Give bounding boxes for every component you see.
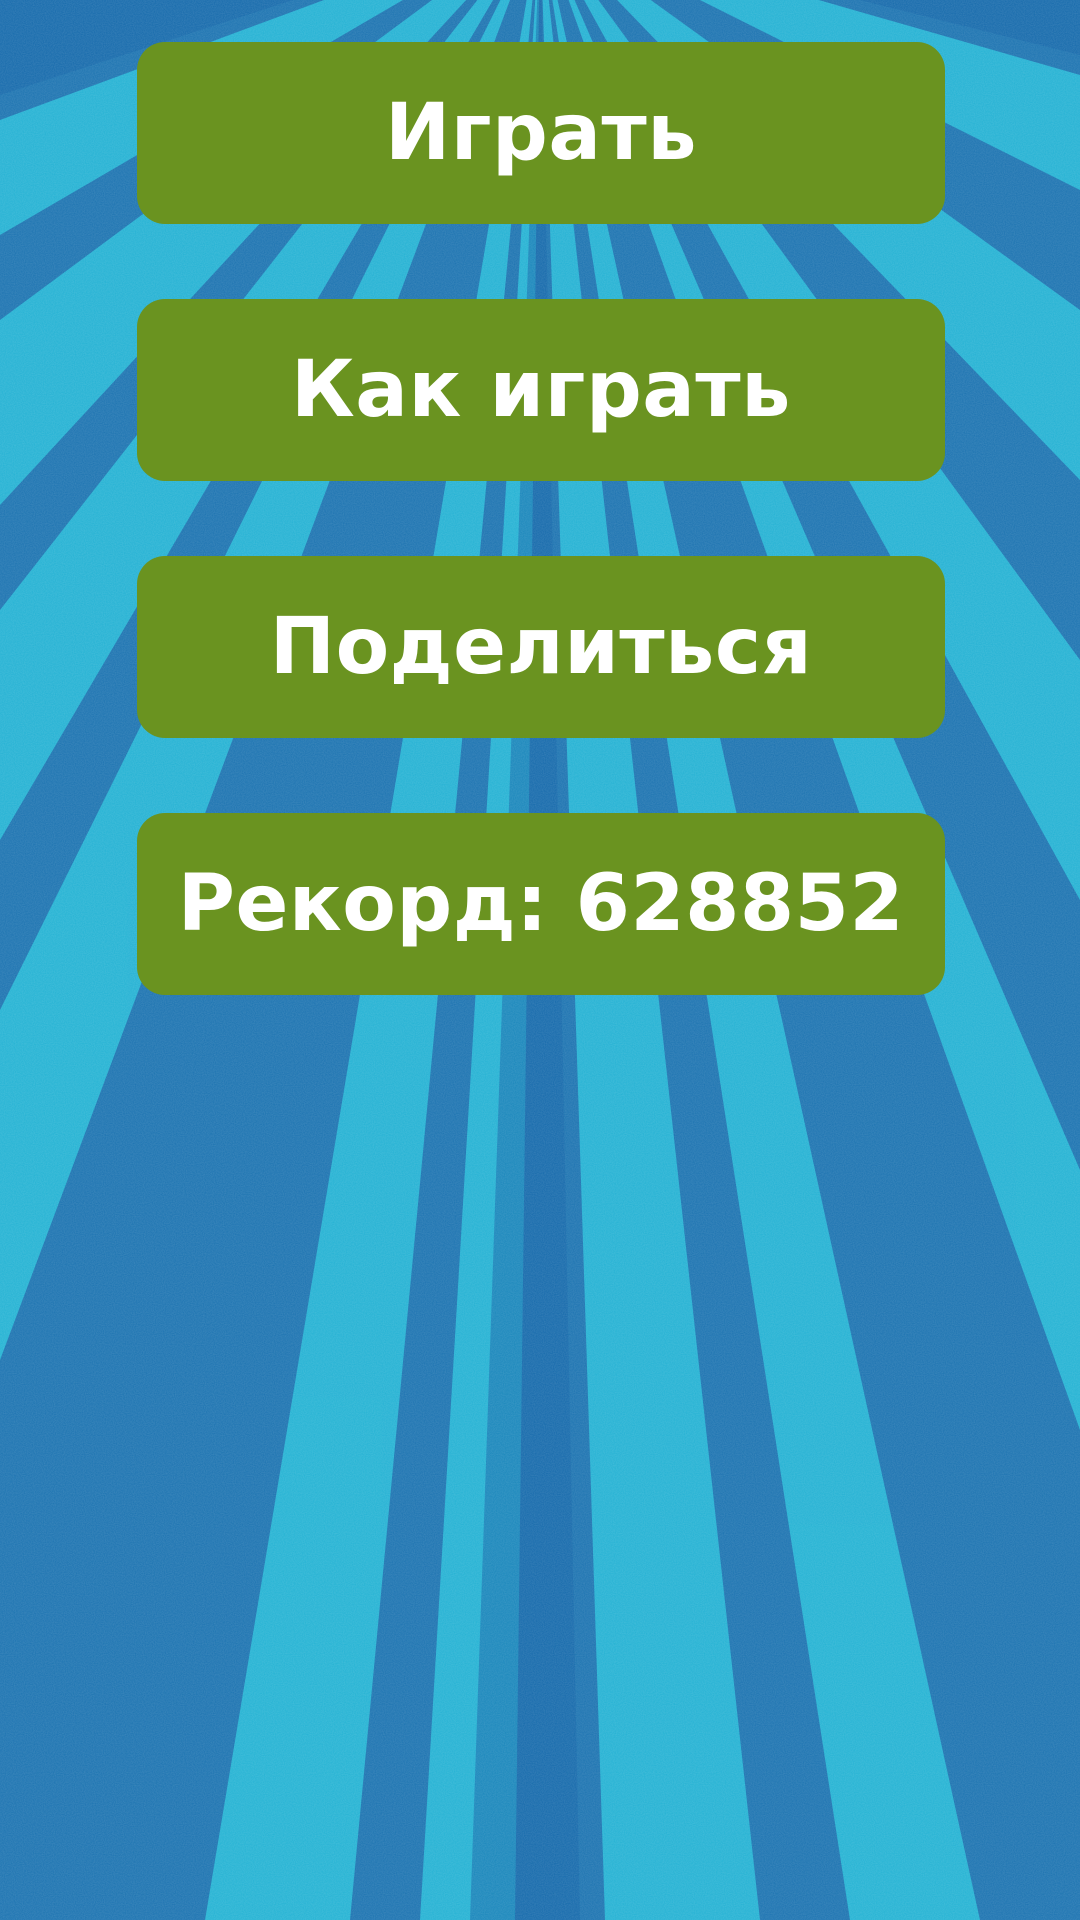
play-button[interactable]: Играть [137, 42, 945, 224]
record-badge: Рекорд: 628852 [137, 813, 945, 995]
record-label: Рекорд: 628852 [177, 859, 905, 949]
play-button-label: Играть [384, 88, 698, 178]
share-button[interactable]: Поделиться [137, 556, 945, 738]
main-menu: Играть Как играть Поделиться Рекорд: 628… [137, 42, 945, 1070]
how-to-play-button-label: Как играть [291, 345, 791, 435]
how-to-play-button[interactable]: Как играть [137, 299, 945, 481]
share-button-label: Поделиться [269, 602, 813, 692]
